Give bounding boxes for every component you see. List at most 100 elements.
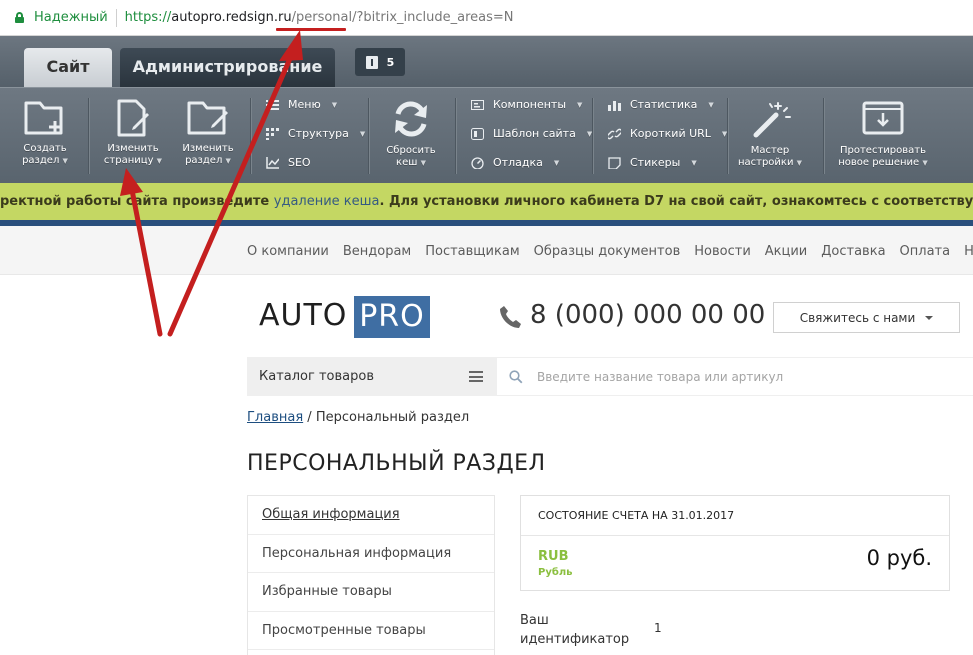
toolbar-divider [88,98,89,174]
top-menu-item[interactable]: Акции [765,244,808,259]
url-query: /?bitrix_include_areas=N [352,10,514,25]
search-icon[interactable] [509,370,523,384]
top-menu-item[interactable]: Поставщикам [425,244,519,259]
menu-item-menu[interactable]: Меню ▼ [266,98,337,111]
notice-text-before: ректной работы сайта произведите [0,194,274,209]
clear-cache-link[interactable]: удаление кеша [274,194,380,209]
top-menu-item[interactable]: О компании [247,244,329,259]
top-menu-item[interactable]: Новости [694,244,751,259]
setup-wizard-button[interactable]: Мастер настройки ▼ [737,88,803,184]
speedometer-icon [471,156,484,170]
annotation-underline [276,28,346,31]
sidebar-item-favorites[interactable]: Избранные товары [248,573,494,612]
create-section-button[interactable]: Создать раздел ▼ [14,88,76,184]
menu-item-label: Стикеры [630,156,681,169]
tool-label-line1: Мастер [750,145,790,156]
catalog-menu-button[interactable]: Каталог товаров [247,357,497,396]
tool-label-line1: Сбросить [386,145,436,156]
sidebar-item-general-info[interactable]: Общая информация [248,496,494,535]
logo-pro-badge[interactable]: PRO [354,296,430,338]
tool-label-line1: Протестировать [840,145,926,156]
contact-us-label: Свяжитесь с нами [799,310,916,325]
cache-notice-banner: ректной работы сайта произведите удалени… [0,183,973,220]
reset-cache-button[interactable]: Сбросить кеш ▼ [378,88,444,184]
toolbar-divider [250,98,251,174]
sticker-icon [608,156,621,170]
breadcrumb: Главная / Персональный раздел [247,410,469,425]
breadcrumb-separator: / [303,410,316,425]
tool-label-line2: кеш [396,157,418,168]
logo-auto-text[interactable]: AUTO [259,298,347,333]
breadcrumb-current: Персональный раздел [315,410,470,425]
menu-list-icon [266,99,279,111]
notifications-count: 5 [386,55,395,69]
lock-icon [15,12,24,23]
toolbar-divider [727,98,728,174]
seo-chart-icon [266,156,280,169]
edit-section-button[interactable]: Изменить раздел ▼ [176,88,240,184]
page-title: ПЕРСОНАЛЬНЫЙ РАЗДЕЛ [247,451,546,476]
tab-administration[interactable]: Администрирование [120,48,335,87]
secure-label: Надежный [34,10,108,25]
sidebar-item-personal-info[interactable]: Персональная информация [248,535,494,573]
account-balance-title: СОСТОЯНИЕ СЧЕТА НА 31.01.2017 [521,496,949,536]
currency-name: Рубль [538,567,573,578]
menu-item-short-url[interactable]: Короткий URL ▼ [606,127,727,140]
tab-site[interactable]: Сайт [24,48,112,87]
tool-label-line1: Создать [23,143,67,154]
top-menu-item[interactable]: Вендорам [343,244,411,259]
menu-item-label: Короткий URL [630,127,711,140]
browser-address-bar[interactable]: Надежный https://autopro.redsign.ru/pers… [0,0,973,36]
tool-label-line1: Изменить [107,143,159,154]
menu-item-stickers[interactable]: Стикеры ▼ [608,156,697,170]
phone-number[interactable]: 8 (000) 000 00 00 [530,300,765,330]
identifier-value: 1 [654,621,662,635]
link-icon [606,128,623,140]
notice-text-after: . Для установки личного кабинета D7 на с… [379,194,973,209]
menu-item-label: Компоненты [493,98,567,111]
menu-item-debug[interactable]: Отладка ▼ [471,156,559,170]
url-text[interactable]: https://autopro.redsign.ru/personal/?bit… [125,10,514,25]
personal-sidebar-menu: Общая информация Персональная информация… [247,495,495,655]
notifications-button[interactable]: 5 [355,48,405,76]
top-menu-item[interactable]: Доставка [821,244,885,259]
menu-item-site-template[interactable]: Шаблон сайта ▼ [471,127,592,140]
hamburger-icon [469,371,483,382]
tool-label-line2: раздел [185,155,223,166]
edit-page-button[interactable]: Изменить страницу ▼ [100,88,166,184]
top-menu-item[interactable]: Оплата [900,244,951,259]
test-new-solution-button[interactable]: Протестировать новое решение ▼ [833,88,933,184]
tool-label-line2: страницу [103,155,154,166]
breadcrumb-home-link[interactable]: Главная [247,410,303,425]
menu-item-components[interactable]: Компоненты ▼ [471,98,582,111]
top-menu-item[interactable]: Наши магазины [964,244,973,259]
notification-icon [365,55,378,69]
sidebar-item-viewed[interactable]: Просмотренные товары [248,612,494,650]
download-window-icon [862,101,904,135]
toolbar-divider [592,98,593,174]
components-icon [471,99,484,111]
tool-label-line1: Изменить [182,143,234,154]
template-icon [471,127,484,140]
chevron-down-icon [925,315,934,320]
menu-item-structure[interactable]: Структура ▼ [266,127,365,140]
search-input[interactable] [537,368,957,386]
menu-item-label: Отладка [493,156,543,169]
currency-code: RUB [538,549,569,564]
menu-item-label: Меню [288,98,321,111]
menu-item-label: Статистика [630,98,698,111]
screenshot-root: Надежный https://autopro.redsign.ru/pers… [0,0,973,655]
site-top-menu: О компании Вендорам Поставщикам Образцы … [0,226,973,275]
folder-edit-icon [187,101,228,135]
menu-item-seo[interactable]: SEO [266,156,311,169]
top-menu-item[interactable]: Образцы документов [534,244,681,259]
toolbar-divider [455,98,456,174]
address-separator [115,8,117,27]
phone-icon [500,306,521,328]
url-scheme: https:// [124,10,172,25]
identifier-label: Ваш идентификатор [520,613,630,647]
menu-item-statistics[interactable]: Статистика ▼ [608,98,714,111]
bar-chart-icon [608,99,621,111]
contact-us-dropdown[interactable]: Свяжитесь с нами [773,302,960,333]
account-balance-card: СОСТОЯНИЕ СЧЕТА НА 31.01.2017 RUB Рубль … [520,495,950,591]
